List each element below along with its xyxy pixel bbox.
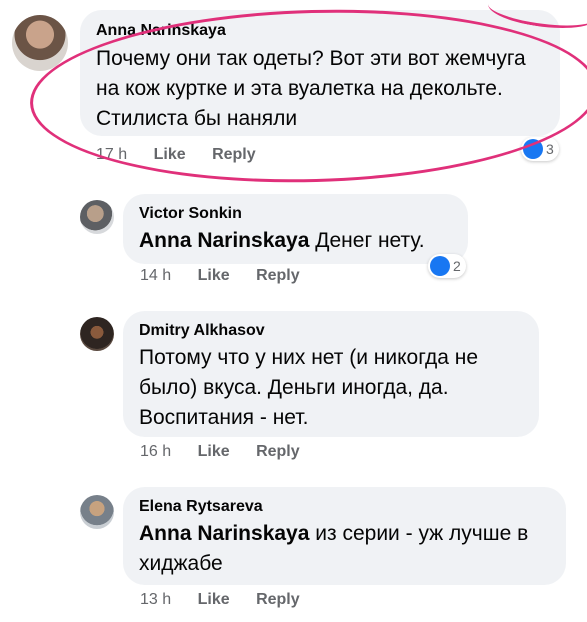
comment-text: Потому что у них нет (и никогда не было)… [139,346,478,429]
comment-author[interactable]: Elena Rytsareva [139,498,550,516]
reaction-count: 2 [453,258,461,274]
comment-timestamp[interactable]: 16 h [140,443,171,461]
comment-timestamp[interactable]: 13 h [140,591,171,609]
comment-actions: 13 h Like Reply [140,591,300,609]
comment-text: Денег нету. [315,229,425,252]
comment-body: Anna Narinskaya из серии - уж лучше в хи… [139,519,550,579]
reply-button[interactable]: Reply [256,267,300,285]
avatar[interactable] [80,200,114,234]
like-button[interactable]: Like [198,267,230,285]
comment-author[interactable]: Victor Sonkin [139,205,452,223]
comment-elena: Elena Rytsareva Anna Narinskaya из серии… [0,475,587,622]
reply-button[interactable]: Reply [256,591,300,609]
reaction-count: 3 [546,141,554,157]
comment-dmitry: Dmitry Alkhasov Потому что у них нет (и … [0,305,587,475]
mention-link[interactable]: Anna Narinskaya [139,229,309,252]
mention-link[interactable]: Anna Narinskaya [139,522,309,545]
comment-victor: Victor Sonkin Anna Narinskaya Денег нету… [0,190,587,305]
comment-bubble: Dmitry Alkhasov Потому что у них нет (и … [123,311,539,437]
like-button[interactable]: Like [198,591,230,609]
comment-body: Anna Narinskaya Денег нету. [139,226,452,256]
comment-actions: 16 h Like Reply [140,443,300,461]
comment-bubble: Victor Sonkin Anna Narinskaya Денег нету… [123,194,468,264]
avatar[interactable] [80,317,114,351]
comment-anna: Anna Narinskaya Почему они так одеты? Во… [0,0,587,190]
avatar[interactable] [80,495,114,529]
reply-button[interactable]: Reply [256,443,300,461]
comment-bubble: Elena Rytsareva Anna Narinskaya из серии… [123,487,566,585]
comment-timestamp[interactable]: 14 h [140,267,171,285]
like-button[interactable]: Like [198,443,230,461]
reaction-count-badge[interactable]: 2 [428,254,466,278]
comment-author[interactable]: Dmitry Alkhasov [139,322,523,340]
like-reaction-icon [430,256,450,276]
comment-actions: 14 h Like Reply [140,267,300,285]
